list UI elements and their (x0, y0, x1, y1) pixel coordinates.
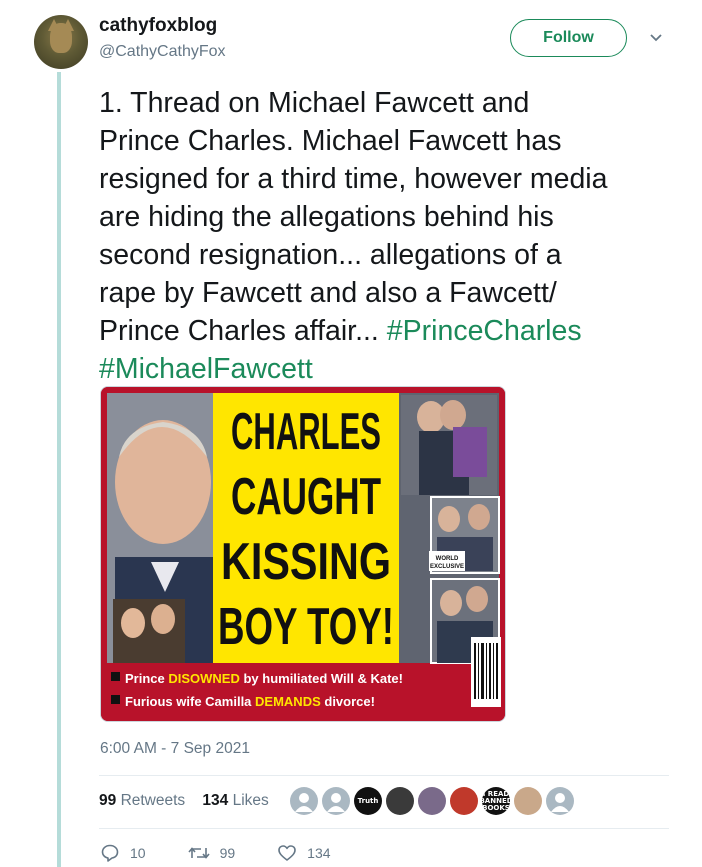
divider (99, 828, 669, 829)
tweet-media-image[interactable]: CHARLES CAUGHT KISSING BOY TOY! WORLD EX… (100, 386, 506, 722)
truth-avatar-icon[interactable]: Truth (354, 787, 382, 815)
headline-line: CHARLES (231, 403, 381, 461)
tweet-actions: 10 99 134 (100, 843, 373, 863)
headline-line: BOY TOY! (218, 598, 394, 656)
fist-avatar-icon[interactable] (450, 787, 478, 815)
author-display-name[interactable]: cathyfoxblog (99, 15, 217, 37)
liker-label: Truth (357, 796, 379, 805)
chevron-down-icon[interactable] (649, 31, 663, 45)
tweet-line: Prince Charles. Michael Fawcett has (99, 125, 562, 157)
tweet-line: are hiding the allegations behind his (99, 201, 554, 233)
tweet-line: second resignation... allegations of a (99, 239, 562, 271)
badge-line: WORLD (436, 556, 459, 562)
tweet-line: Prince Charles affair... (99, 315, 379, 347)
author-handle[interactable]: @CathyCathyFox (99, 43, 226, 61)
tweet-line: resigned for a third time, however media (99, 163, 608, 195)
like-count: 134 (307, 845, 331, 861)
like-action[interactable]: 134 (277, 843, 331, 863)
headline-line: CAUGHT (231, 468, 381, 526)
engagement-stats: 99 Retweets 134 Likes (99, 792, 269, 810)
divider (99, 775, 669, 776)
tweet-line-with-hashtag: Prince Charles affair... #PrinceCharles (99, 312, 679, 350)
headline-line: KISSING (221, 533, 391, 591)
default-avatar-icon[interactable] (546, 787, 574, 815)
reply-icon (101, 844, 119, 862)
reply-action[interactable]: 10 (100, 843, 146, 863)
likes-count: 134 (202, 792, 229, 809)
caption-line-2: Furious wife Camilla DEMANDS divorce! (125, 694, 375, 709)
reply-count: 10 (130, 845, 146, 861)
retweet-action[interactable]: 99 (187, 843, 236, 863)
likes-stat[interactable]: 134 Likes (202, 792, 268, 809)
heart-icon (278, 845, 296, 861)
magazine-cover: CHARLES CAUGHT KISSING BOY TOY! WORLD EX… (101, 387, 505, 721)
default-avatar-icon[interactable] (290, 787, 318, 815)
liker-label: I READ BANNED BOOKS (482, 789, 510, 812)
retweet-icon (187, 847, 210, 859)
retweet-count: 99 (219, 845, 236, 861)
badge-line: EXCLUSIVE (430, 564, 464, 570)
retweets-label: Retweets (120, 792, 186, 809)
author-avatar[interactable] (34, 15, 88, 69)
hashtag-link[interactable]: #PrinceCharles (387, 315, 582, 347)
caption-line-1: Prince DISOWNED by humiliated Will & Kat… (125, 671, 403, 686)
follow-button[interactable]: Follow (510, 19, 627, 57)
read-banned-books-avatar-icon[interactable]: I READ BANNED BOOKS (482, 787, 510, 815)
liker-avatars: Truth I READ BANNED BOOKS (290, 787, 578, 815)
retweets-count: 99 (99, 792, 117, 809)
photo-avatar-icon[interactable] (386, 787, 414, 815)
hashtag-link[interactable]: #MichaelFawcett (99, 353, 313, 385)
default-avatar-icon[interactable] (322, 787, 350, 815)
likes-label: Likes (232, 792, 269, 809)
thread-connector-line (57, 72, 61, 867)
face-avatar-icon[interactable] (418, 787, 446, 815)
tweet-text: 1. Thread on Michael Fawcett and Prince … (99, 84, 679, 388)
tweet-line: 1. Thread on Michael Fawcett and (99, 87, 530, 119)
fox-avatar-icon (50, 23, 72, 53)
retweets-stat[interactable]: 99 Retweets (99, 792, 185, 809)
tweet-timestamp[interactable]: 6:00 AM - 7 Sep 2021 (100, 740, 250, 758)
tweet-line: rape by Fawcett and also a Fawcett/ (99, 277, 557, 309)
photo-avatar-icon[interactable] (514, 787, 542, 815)
